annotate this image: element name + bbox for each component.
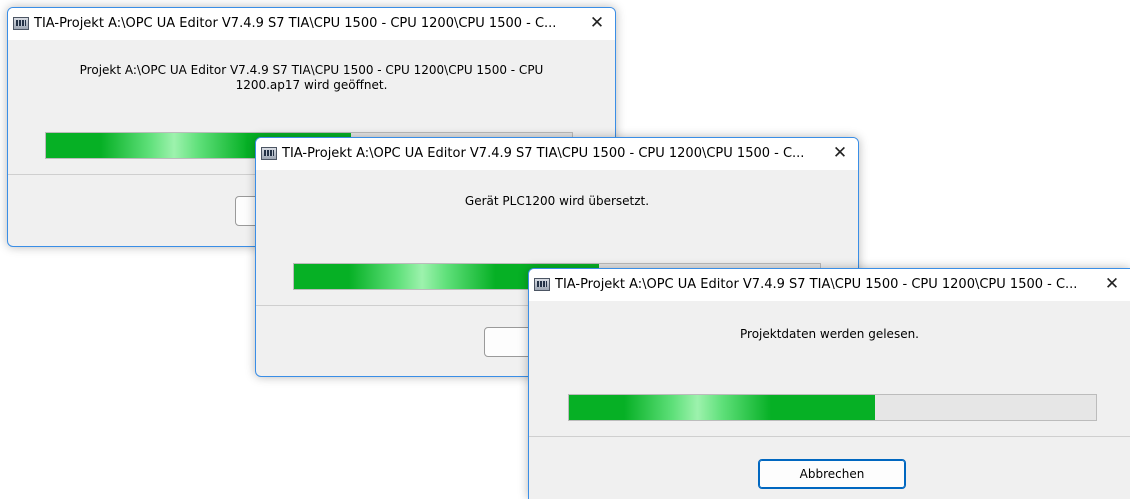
status-message: Gerät PLC1200 wird übersetzt. bbox=[256, 194, 858, 209]
footer-divider bbox=[529, 436, 1130, 437]
title-bar[interactable]: TIA-Projekt A:\OPC UA Editor V7.4.9 S7 T… bbox=[256, 138, 858, 170]
close-icon[interactable]: ✕ bbox=[579, 8, 615, 40]
tia-portal-app-icon bbox=[261, 147, 277, 160]
window-title: TIA-Projekt A:\OPC UA Editor V7.4.9 S7 T… bbox=[555, 277, 1078, 292]
progress-bar-fill bbox=[569, 395, 875, 420]
status-message-line-1: Gerät PLC1200 wird übersetzt. bbox=[464, 194, 650, 208]
status-message-line-1: Projekt A:\OPC UA Editor V7.4.9 S7 TIA\C… bbox=[79, 63, 544, 77]
progress-bar bbox=[568, 394, 1097, 421]
cancel-button[interactable]: Abbrechen bbox=[758, 459, 906, 489]
tia-portal-app-icon bbox=[13, 17, 29, 30]
tia-portal-app-icon bbox=[534, 278, 550, 291]
status-message: Projekt A:\OPC UA Editor V7.4.9 S7 TIA\C… bbox=[8, 63, 615, 93]
window-title: TIA-Projekt A:\OPC UA Editor V7.4.9 S7 T… bbox=[282, 146, 805, 161]
progress-dialog-reading: TIA-Projekt A:\OPC UA Editor V7.4.9 S7 T… bbox=[528, 268, 1130, 499]
close-icon[interactable]: ✕ bbox=[1094, 269, 1130, 301]
window-title: TIA-Projekt A:\OPC UA Editor V7.4.9 S7 T… bbox=[34, 16, 557, 31]
status-message: Projektdaten werden gelesen. bbox=[529, 327, 1130, 342]
title-bar[interactable]: TIA-Projekt A:\OPC UA Editor V7.4.9 S7 T… bbox=[8, 8, 615, 40]
status-message-line-1: Projektdaten werden gelesen. bbox=[740, 327, 919, 341]
close-icon[interactable]: ✕ bbox=[822, 138, 858, 170]
status-message-line-2: 1200.ap17 wird geöffnet. bbox=[235, 78, 388, 92]
title-bar[interactable]: TIA-Projekt A:\OPC UA Editor V7.4.9 S7 T… bbox=[529, 269, 1130, 301]
